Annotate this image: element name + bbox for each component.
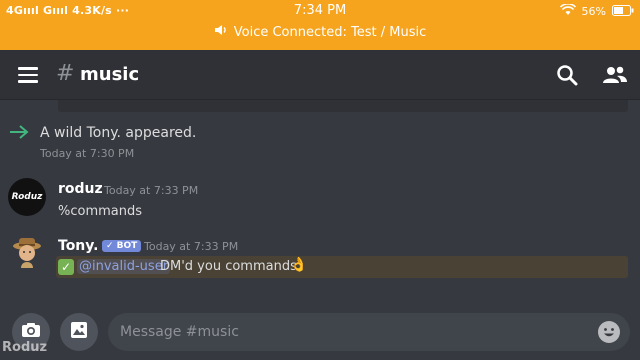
channel-header: # music <box>0 50 640 100</box>
message-text: DM'd you commands <box>160 259 297 274</box>
username[interactable]: roduz <box>58 181 103 197</box>
message-time: Today at 7:33 PM <box>144 240 239 253</box>
username[interactable]: Tony. <box>58 238 98 254</box>
camera-icon <box>21 322 41 342</box>
voice-connected-text: Voice Connected: Test / Music <box>233 24 427 40</box>
battery-level: 56% <box>581 5 606 18</box>
embed-remnant <box>58 100 628 112</box>
image-icon <box>70 321 88 343</box>
image-button[interactable] <box>60 313 98 351</box>
emoji-icon[interactable] <box>598 321 620 343</box>
avatar-text: Roduz <box>11 192 43 202</box>
channel-hash-icon: # <box>56 61 75 86</box>
ok-hand-emoji: 👌 <box>290 257 308 273</box>
status-bar: 4Gıııl Gıııl 4.3K/s ··· 7:34 PM 56% Voic… <box>0 0 640 50</box>
avatar[interactable] <box>8 234 46 272</box>
wifi-icon <box>559 3 576 19</box>
message-time: Today at 7:33 PM <box>104 184 199 197</box>
user-mention[interactable]: @invalid-user <box>77 259 171 274</box>
system-icons: 56% <box>559 3 634 19</box>
avatar[interactable]: Roduz <box>8 178 46 216</box>
search-icon[interactable] <box>556 64 578 90</box>
battery-icon <box>612 4 634 19</box>
message-text: %commands <box>58 204 143 219</box>
bot-badge: ✓ BOT <box>102 240 142 252</box>
members-icon[interactable] <box>602 65 628 89</box>
join-arrow-icon <box>8 124 30 144</box>
speaker-icon <box>214 24 228 40</box>
watermark: Roduz <box>2 340 48 355</box>
system-message-time: Today at 7:30 PM <box>40 147 135 160</box>
clock: 7:34 PM <box>293 3 347 18</box>
system-message-text: A wild Tony. appeared. <box>40 125 197 141</box>
voice-connected-banner[interactable]: Voice Connected: Test / Music <box>0 24 640 40</box>
menu-icon[interactable] <box>18 67 38 83</box>
message-input[interactable] <box>108 313 630 351</box>
channel-name: music <box>80 64 140 85</box>
check-mark-icon: ✓ <box>58 259 74 275</box>
